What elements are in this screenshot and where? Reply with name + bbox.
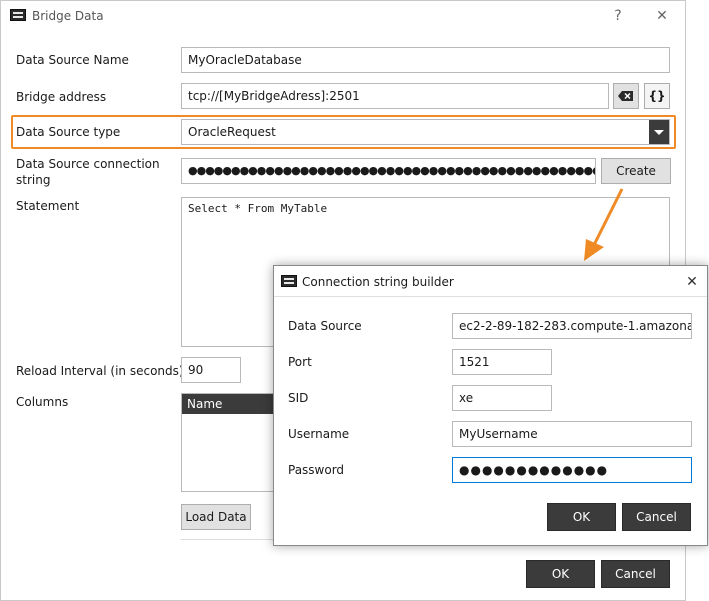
window-title: Bridge Data: [32, 9, 104, 23]
data-source-type-dropdown[interactable]: [649, 120, 669, 144]
columns-header-name[interactable]: Name: [182, 394, 280, 414]
builder-password-label: Password: [288, 463, 345, 477]
builder-close-button[interactable]: ✕: [680, 272, 704, 292]
columns-label: Columns: [16, 395, 69, 409]
connection-string-input[interactable]: ●●●●●●●●●●●●●●●●●●●●●●●●●●●●●●●●●●●●●●●●…: [181, 158, 596, 184]
builder-sid-input[interactable]: xe: [452, 385, 552, 411]
reload-interval-input[interactable]: 90: [181, 357, 241, 383]
reload-interval-label: Reload Interval (in seconds): [16, 364, 184, 378]
data-source-name-label: Data Source Name: [16, 53, 129, 67]
builder-port-label: Port: [288, 355, 312, 369]
separator: [181, 539, 281, 540]
statement-label: Statement: [16, 199, 80, 213]
builder-ok-button[interactable]: OK: [547, 503, 616, 531]
data-source-type-label: Data Source type: [16, 125, 121, 139]
load-data-button[interactable]: Load Data: [181, 504, 251, 530]
builder-app-icon: [281, 275, 297, 287]
orange-arrow-icon: [584, 188, 624, 261]
app-icon: [10, 9, 26, 21]
bridge-address-input[interactable]: tcp://[MyBridgeAdress]:2501: [181, 83, 609, 109]
builder-title: Connection string builder: [302, 275, 454, 289]
close-button[interactable]: ✕: [650, 6, 674, 26]
builder-sid-label: SID: [288, 391, 309, 405]
builder-password-input[interactable]: ●●●●●●●●●●●●●: [452, 457, 692, 483]
caret-down-icon: [654, 130, 664, 135]
connection-string-label-line2: string: [16, 173, 51, 187]
ok-button[interactable]: OK: [526, 560, 595, 588]
data-source-name-input[interactable]: MyOracleDatabase: [181, 47, 670, 73]
connection-string-label: Data Source connection string: [16, 156, 160, 188]
clear-address-button[interactable]: [613, 83, 639, 109]
expression-button[interactable]: {}: [644, 83, 670, 109]
data-source-type-select[interactable]: OracleRequest: [181, 119, 670, 145]
create-button[interactable]: Create: [601, 158, 671, 184]
builder-data-source-label: Data Source: [288, 319, 362, 333]
help-button[interactable]: ?: [606, 6, 630, 26]
bridge-address-label: Bridge address: [16, 90, 107, 104]
builder-username-label: Username: [288, 427, 350, 441]
connection-string-label-line1: Data Source connection: [16, 157, 160, 171]
columns-table: Name: [181, 393, 281, 492]
builder-data-source-input[interactable]: ec2-2-89-182-283.compute-1.amazonaws.c: [452, 313, 692, 339]
builder-port-input[interactable]: 1521: [452, 349, 552, 375]
connection-string-builder-dialog: Connection string builder ✕ Data Source …: [273, 265, 708, 546]
backspace-clear-icon: [618, 91, 633, 101]
builder-title-divider: [274, 296, 707, 297]
builder-username-input[interactable]: MyUsername: [452, 421, 692, 447]
data-source-type-value: OracleRequest: [188, 125, 276, 139]
builder-cancel-button[interactable]: Cancel: [622, 503, 691, 531]
cancel-button[interactable]: Cancel: [601, 560, 670, 588]
